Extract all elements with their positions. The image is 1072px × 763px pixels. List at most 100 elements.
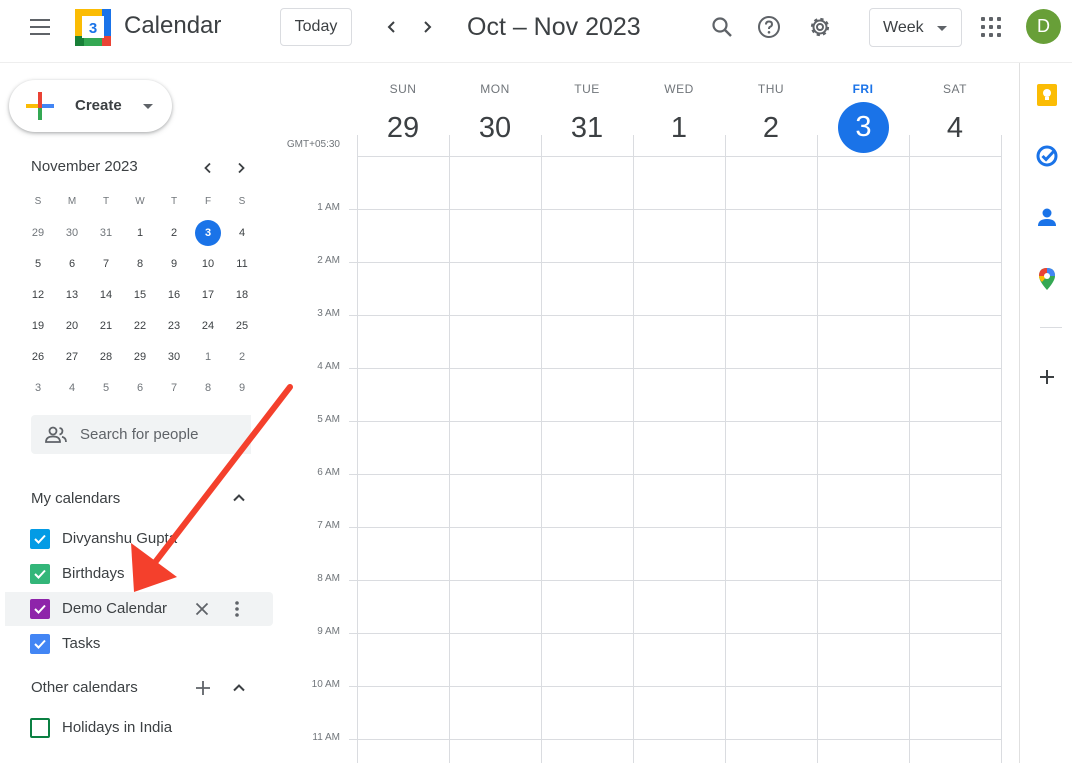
mini-calendar-day-number[interactable]: 22 bbox=[127, 313, 153, 339]
mini-calendar-day-number[interactable]: 2 bbox=[161, 220, 187, 246]
mini-calendar-day-number[interactable]: 8 bbox=[127, 251, 153, 277]
get-add-ons-button[interactable] bbox=[1036, 366, 1058, 388]
mini-calendar-day-number[interactable]: 29 bbox=[127, 344, 153, 370]
calendar-logo-icon: 3 bbox=[75, 9, 111, 46]
mini-calendar-day-number[interactable]: 4 bbox=[59, 375, 85, 401]
today-button[interactable]: Today bbox=[280, 8, 352, 46]
add-other-calendar-button[interactable] bbox=[192, 677, 214, 699]
calendar-list-item[interactable]: Divyanshu Gupta bbox=[5, 522, 273, 556]
day-number-button[interactable]: 29 bbox=[377, 102, 429, 154]
day-number-button[interactable]: 3 bbox=[838, 102, 889, 153]
mini-calendar-day: 3 bbox=[21, 372, 55, 403]
calendar-list-item[interactable]: Holidays in India bbox=[5, 711, 273, 745]
mini-calendar-day-number[interactable]: 3 bbox=[195, 219, 221, 246]
day-number-button[interactable]: 30 bbox=[469, 102, 521, 154]
calendar-checkbox[interactable] bbox=[30, 599, 50, 619]
previous-period-button[interactable] bbox=[378, 13, 406, 41]
my-calendars-title[interactable]: My calendars bbox=[31, 490, 120, 507]
mini-calendar-prev-button[interactable] bbox=[197, 157, 219, 179]
main-menu-button[interactable] bbox=[22, 12, 58, 42]
mini-calendar-day-number[interactable]: 7 bbox=[161, 375, 187, 401]
calendar-list-item[interactable]: Demo Calendar bbox=[5, 592, 273, 626]
mini-calendar-day-number[interactable]: 25 bbox=[229, 313, 255, 339]
calendar-options-more-icon[interactable] bbox=[226, 598, 248, 620]
settings-button[interactable] bbox=[805, 12, 835, 42]
mini-calendar-day-number[interactable]: 13 bbox=[59, 282, 85, 308]
next-period-button[interactable] bbox=[413, 13, 441, 41]
mini-calendar-day-number[interactable]: 30 bbox=[161, 344, 187, 370]
day-number-button[interactable]: 31 bbox=[561, 102, 613, 154]
tasks-button[interactable] bbox=[1036, 145, 1058, 167]
mini-calendar-day-number[interactable]: 6 bbox=[127, 375, 153, 401]
mini-calendar-day-number[interactable]: 4 bbox=[229, 220, 255, 246]
mini-calendar-day: 22 bbox=[123, 310, 157, 341]
mini-calendar-day-number[interactable]: 21 bbox=[93, 313, 119, 339]
calendar-checkbox[interactable] bbox=[30, 529, 50, 549]
maps-button[interactable] bbox=[1036, 268, 1058, 290]
mini-calendar-day-number[interactable]: 5 bbox=[93, 375, 119, 401]
account-avatar[interactable]: D bbox=[1026, 9, 1061, 44]
view-selector[interactable]: Week bbox=[869, 8, 962, 47]
chevron-up-icon bbox=[233, 684, 245, 692]
mini-calendar-next-button[interactable] bbox=[230, 157, 252, 179]
day-number-button[interactable]: 4 bbox=[929, 102, 981, 154]
other-calendars-collapse-button[interactable] bbox=[228, 677, 250, 699]
mini-calendar-day-number[interactable]: 8 bbox=[195, 375, 221, 401]
calendar-name: Divyanshu Gupta bbox=[62, 530, 178, 547]
mini-calendar-day-number[interactable]: 7 bbox=[93, 251, 119, 277]
mini-calendar-day-number[interactable]: 9 bbox=[161, 251, 187, 277]
mini-calendar-day-number[interactable]: 30 bbox=[59, 220, 85, 246]
google-apps-button[interactable] bbox=[980, 16, 1002, 38]
mini-calendar-day: 15 bbox=[123, 279, 157, 310]
mini-calendar-day-number[interactable]: 1 bbox=[195, 344, 221, 370]
other-calendars-title[interactable]: Other calendars bbox=[31, 679, 138, 696]
mini-calendar-day-number[interactable]: 14 bbox=[93, 282, 119, 308]
calendar-checkbox[interactable] bbox=[30, 564, 50, 584]
day-column-header: TUE 31 bbox=[541, 63, 633, 155]
grid-column-divider bbox=[357, 135, 358, 763]
my-calendars-collapse-button[interactable] bbox=[228, 487, 250, 509]
calendar-list-item[interactable]: Tasks bbox=[5, 627, 273, 661]
remove-calendar-close-icon[interactable] bbox=[191, 598, 213, 620]
calendar-list-item[interactable]: Birthdays bbox=[5, 557, 273, 591]
day-column-header: WED 1 bbox=[633, 63, 725, 155]
mini-calendar-day-number[interactable]: 23 bbox=[161, 313, 187, 339]
mini-calendar-day-number[interactable]: 24 bbox=[195, 313, 221, 339]
calendar-name: Holidays in India bbox=[62, 719, 173, 736]
mini-calendar-day-number[interactable]: 2 bbox=[229, 344, 255, 370]
mini-calendar-day-number[interactable]: 10 bbox=[195, 251, 221, 277]
mini-calendar-day-number[interactable]: 31 bbox=[93, 220, 119, 246]
mini-calendar-day-number[interactable]: 17 bbox=[195, 282, 221, 308]
mini-calendar-day-number[interactable]: 19 bbox=[25, 313, 51, 339]
mini-calendar-day-number[interactable]: 28 bbox=[93, 344, 119, 370]
mini-calendar-day-number[interactable]: 11 bbox=[229, 251, 255, 277]
day-of-week-label: WED bbox=[664, 82, 694, 96]
mini-calendar-day-number[interactable]: 29 bbox=[25, 220, 51, 246]
create-button[interactable]: Create bbox=[9, 80, 172, 132]
day-number-button[interactable]: 1 bbox=[653, 102, 705, 154]
view-selected-label: Week bbox=[883, 18, 924, 36]
mini-calendar-day: 23 bbox=[157, 310, 191, 341]
contacts-button[interactable] bbox=[1036, 207, 1058, 229]
help-button[interactable] bbox=[754, 12, 784, 42]
mini-calendar-day-number[interactable]: 9 bbox=[229, 375, 255, 401]
day-number-button[interactable]: 2 bbox=[745, 102, 797, 154]
mini-calendar-day-number[interactable]: 15 bbox=[127, 282, 153, 308]
keep-button[interactable] bbox=[1036, 84, 1058, 106]
mini-calendar-day-number[interactable]: 3 bbox=[25, 375, 51, 401]
mini-calendar-day-number[interactable]: 12 bbox=[25, 282, 51, 308]
search-button[interactable] bbox=[707, 12, 737, 42]
calendar-checkbox[interactable] bbox=[30, 634, 50, 654]
mini-calendar-day-number[interactable]: 26 bbox=[25, 344, 51, 370]
chevron-right-icon bbox=[238, 162, 245, 174]
mini-calendar-day-number[interactable]: 1 bbox=[127, 220, 153, 246]
search-people-input[interactable]: Search for people bbox=[31, 415, 251, 454]
mini-calendar-day-number[interactable]: 5 bbox=[25, 251, 51, 277]
chevron-left-icon bbox=[204, 162, 211, 174]
mini-calendar-day-number[interactable]: 16 bbox=[161, 282, 187, 308]
calendar-checkbox[interactable] bbox=[30, 718, 50, 738]
mini-calendar-day-number[interactable]: 27 bbox=[59, 344, 85, 370]
mini-calendar-day-number[interactable]: 20 bbox=[59, 313, 85, 339]
mini-calendar-day-number[interactable]: 6 bbox=[59, 251, 85, 277]
mini-calendar-day-number[interactable]: 18 bbox=[229, 282, 255, 308]
